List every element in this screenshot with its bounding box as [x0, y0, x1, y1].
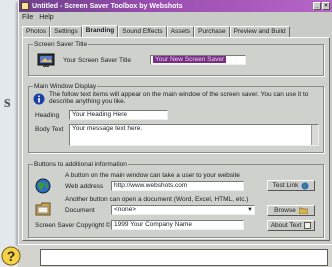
screen-saver-title-input[interactable]: Your New Screen Saver: [150, 55, 246, 65]
tab-preview-and-build[interactable]: Preview and Build: [229, 26, 290, 37]
background-partial-text: s: [4, 92, 11, 111]
minimize-button[interactable]: _: [313, 2, 321, 10]
menu-file[interactable]: File: [22, 14, 33, 21]
close-button[interactable]: ×: [322, 2, 330, 10]
window-title: Untitled - Screen Saver Toolbox by Websh…: [32, 2, 183, 10]
about-text-button[interactable]: About Text: [267, 220, 315, 231]
web-address-label: Web address: [65, 183, 104, 190]
help-icon[interactable]: ?: [0, 245, 22, 267]
document-label: Document: [65, 207, 95, 214]
tab-purchase[interactable]: Purchase: [194, 26, 230, 37]
main-window-info-text: The follow text items will appear on the…: [49, 91, 309, 105]
heading-label: Heading: [35, 112, 60, 119]
group-title: Main Window Display: [33, 82, 98, 91]
browse-button[interactable]: Browse: [267, 205, 315, 216]
body-text-input[interactable]: Your message text here.: [69, 124, 319, 146]
screen-saver-title-group: Screen Saver Title Your Screen Saver Tit…: [28, 40, 324, 76]
globe-icon: [35, 178, 51, 194]
info-icon: [33, 93, 45, 105]
app-window: Untitled - Screen Saver Toolbox by Websh…: [18, 0, 332, 244]
group-title: Screen Saver Title: [33, 40, 89, 49]
tab-assets[interactable]: Assets: [166, 26, 195, 37]
monitor-icon: [37, 53, 55, 67]
copyright-input[interactable]: 1999 Your Company Name: [111, 220, 244, 230]
tab-branding[interactable]: Branding: [81, 25, 119, 37]
folder-icon: [298, 207, 308, 214]
scrollbar[interactable]: [311, 125, 318, 145]
title-field-label: Your Screen Saver Title: [63, 57, 132, 64]
tab-photos[interactable]: Photos: [22, 26, 51, 37]
main-window-display-group: Main Window Display The follow text item…: [28, 82, 324, 153]
document-button-info-text: Another button can open a document (Word…: [65, 196, 249, 203]
chevron-down-icon: ▼: [247, 207, 253, 213]
web-address-input[interactable]: http://www.webshots.com: [111, 181, 244, 191]
tab-strip: Photos Settings Branding Sound Effects A…: [22, 25, 332, 37]
globe-icon: [301, 182, 309, 189]
menu-help[interactable]: Help: [39, 14, 53, 21]
web-button-info-text: A button on the main window can take a u…: [65, 172, 240, 179]
heading-input[interactable]: Your Heading Here: [69, 110, 168, 120]
test-link-button[interactable]: Test Link: [267, 180, 315, 191]
copyright-label: Screen Saver Copyright ©: [35, 222, 111, 229]
tab-sound-effects[interactable]: Sound Effects: [118, 26, 167, 37]
body-text-label: Body Text: [35, 126, 64, 133]
title-bar[interactable]: Untitled - Screen Saver Toolbox by Websh…: [19, 0, 332, 12]
svg-text:?: ?: [7, 248, 16, 264]
menu-bar: File Help: [19, 12, 332, 23]
app-icon: [21, 2, 29, 10]
branding-panel: Screen Saver Title Your Screen Saver Tit…: [22, 37, 330, 241]
document-icon: [35, 202, 51, 216]
buttons-info-group: Buttons to additional information A butt…: [28, 160, 324, 238]
tab-settings[interactable]: Settings: [50, 26, 82, 37]
status-text-field: [40, 249, 328, 266]
document-select[interactable]: <none> ▼: [111, 205, 255, 215]
document-icon: [304, 222, 312, 229]
group-title: Buttons to additional information: [33, 160, 128, 169]
status-bar: [18, 244, 332, 267]
